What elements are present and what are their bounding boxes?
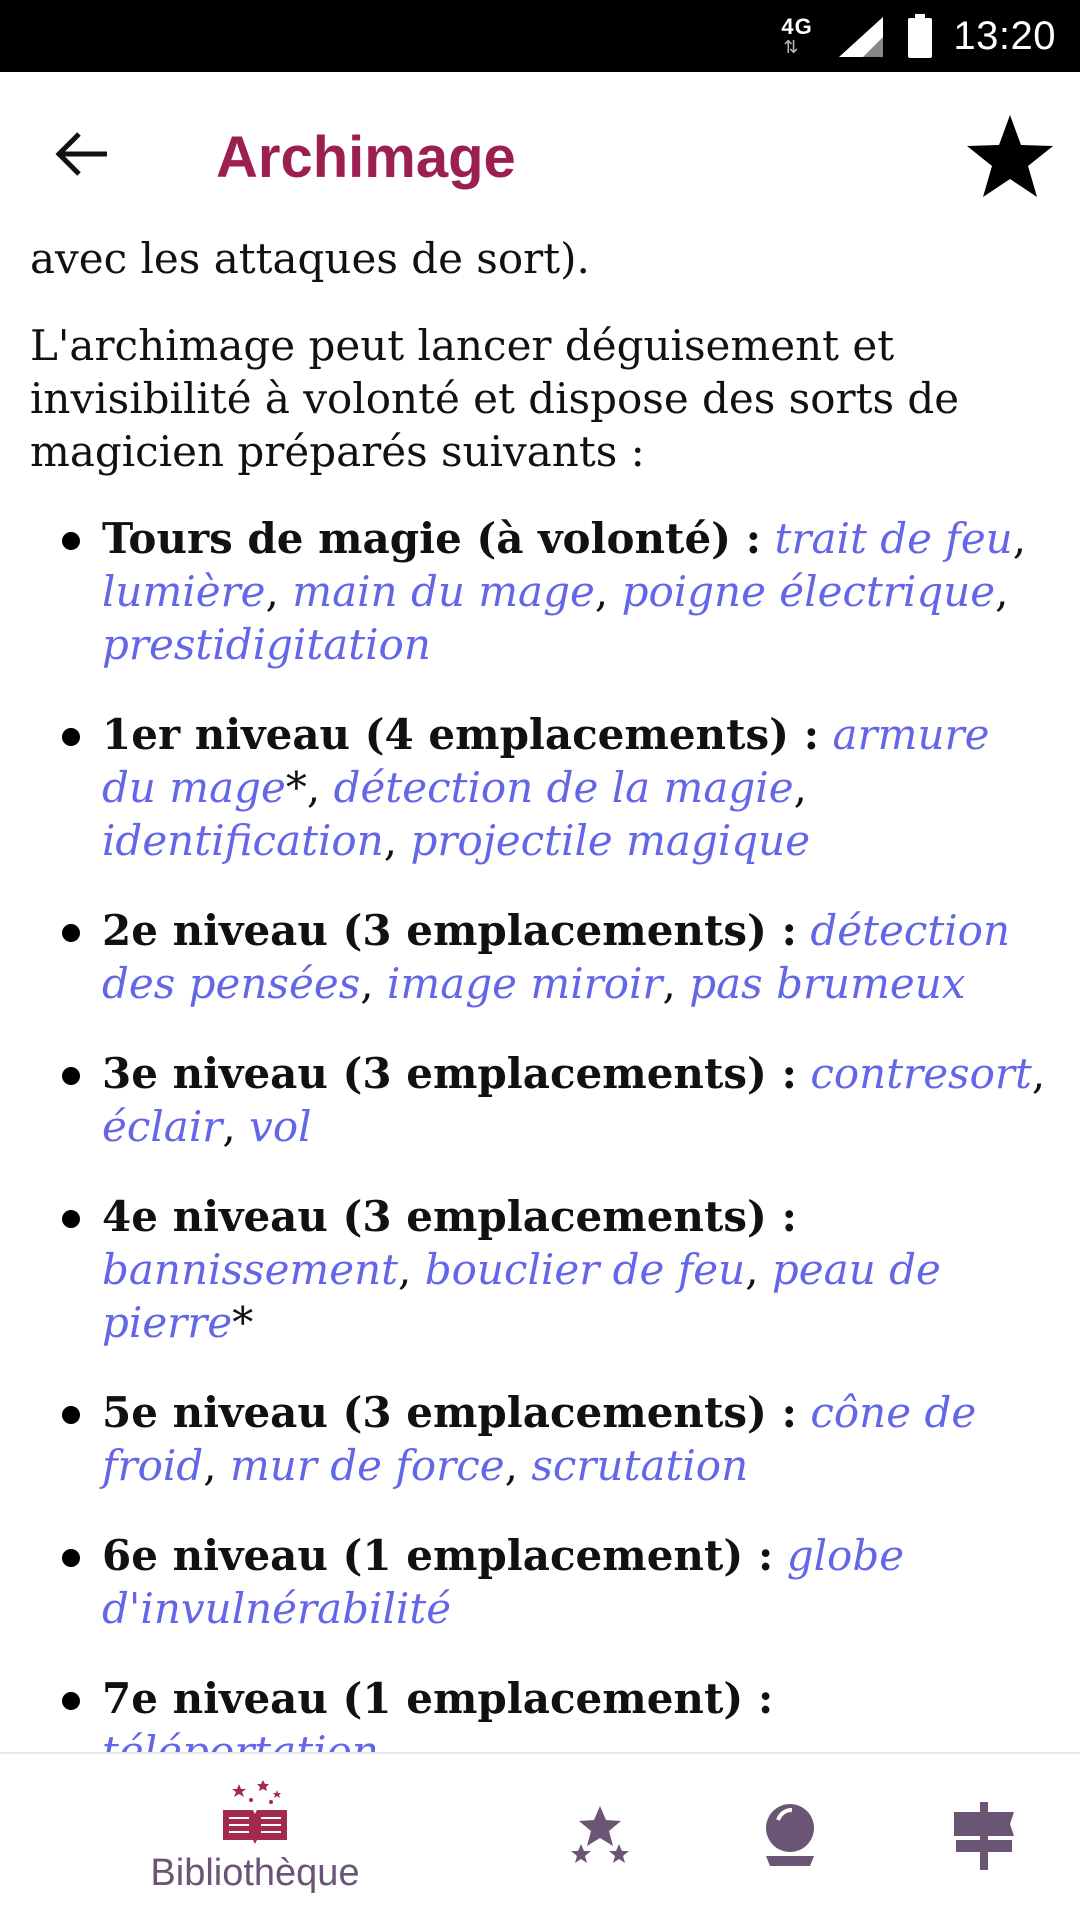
spell-link[interactable]: mur de force bbox=[230, 1441, 505, 1490]
spell-link[interactable]: pas brumeux bbox=[689, 959, 965, 1008]
book-icon bbox=[223, 1780, 287, 1844]
spell-level-label: 5e niveau (3 emplacements) : bbox=[102, 1388, 798, 1437]
signal-icon bbox=[839, 17, 884, 57]
spell-level-label: 2e niveau (3 emplacements) : bbox=[102, 906, 798, 955]
spell-level-label: Tours de magie (à volonté) : bbox=[102, 514, 762, 563]
spell-level-label: 6e niveau (1 emplacement) : bbox=[102, 1531, 774, 1580]
spell-link[interactable]: détection de la magie bbox=[334, 763, 794, 812]
spell-link[interactable]: image miroir bbox=[387, 959, 663, 1008]
spell-link[interactable]: lumière bbox=[102, 567, 266, 616]
spell-link[interactable]: identification bbox=[102, 816, 384, 865]
spell-link[interactable]: téléportation bbox=[102, 1727, 379, 1752]
spell-link[interactable]: main du mage bbox=[292, 567, 595, 616]
spell-level-label: 7e niveau (1 emplacement) : bbox=[102, 1674, 774, 1723]
back-arrow-icon bbox=[55, 132, 107, 176]
spell-link[interactable]: vol bbox=[249, 1102, 311, 1151]
nav-library[interactable]: Bibliothèque bbox=[120, 1754, 390, 1920]
spell-link[interactable]: contresort bbox=[810, 1049, 1031, 1098]
spell-list: Tours de magie (à volonté) : trait de fe… bbox=[30, 512, 1050, 1752]
spell-link[interactable]: projectile magique bbox=[410, 816, 810, 865]
spell-separator: , bbox=[1012, 514, 1027, 563]
nav-favorites[interactable] bbox=[550, 1754, 650, 1920]
spell-level-item: 1er niveau (4 emplacements) : armure du … bbox=[30, 708, 1050, 867]
status-bar: 4G ⇅ 13:20 bbox=[0, 0, 1080, 72]
spell-separator: , bbox=[1031, 1049, 1046, 1098]
spell-separator: , bbox=[398, 1245, 412, 1294]
page-title: Archimage bbox=[216, 125, 516, 190]
nav-signpost[interactable] bbox=[934, 1754, 1034, 1920]
spell-separator: , bbox=[995, 567, 1009, 616]
description-paragraph: L'archimage peut lancer déguisement et i… bbox=[30, 321, 960, 476]
spell-separator: , bbox=[265, 567, 279, 616]
signpost-icon bbox=[954, 1802, 1014, 1870]
nav-library-label: Bibliothèque bbox=[150, 1852, 360, 1894]
spell-link[interactable]: bouclier de feu bbox=[425, 1245, 745, 1294]
spell-level-label: 1er niveau (4 emplacements) : bbox=[102, 710, 820, 759]
spell-level-item: 5e niveau (3 emplacements) : cône de fro… bbox=[30, 1386, 1050, 1492]
spell-link[interactable]: éclair bbox=[102, 1102, 222, 1151]
spell-separator: , bbox=[203, 1441, 217, 1490]
spell-separator: , bbox=[222, 1102, 236, 1151]
app-bar: Archimage bbox=[0, 72, 1080, 244]
back-button[interactable] bbox=[44, 122, 120, 186]
favorite-button[interactable] bbox=[964, 112, 1056, 200]
battery-icon bbox=[908, 14, 933, 58]
spell-link[interactable]: scrutation bbox=[531, 1441, 748, 1490]
intro-tail-text: avec les attaques de sort). bbox=[30, 234, 590, 283]
content-area[interactable]: avec les attaques de sort). L'archimage … bbox=[0, 232, 1080, 1752]
spell-level-label: 4e niveau (3 emplacements) : bbox=[102, 1192, 798, 1241]
spell-level-item: 2e niveau (3 emplacements) : détection d… bbox=[30, 904, 1050, 1010]
spell-separator: * bbox=[232, 1298, 254, 1347]
spell-level-item: 6e niveau (1 emplacement) : globe d'invu… bbox=[30, 1529, 1050, 1635]
spell-separator: , bbox=[383, 816, 398, 865]
spell-level-label: 3e niveau (3 emplacements) : bbox=[102, 1049, 798, 1098]
spell-level-item: 3e niveau (3 emplacements) : contresort,… bbox=[30, 1047, 1050, 1153]
spell-separator: , bbox=[745, 1245, 759, 1294]
star-icon bbox=[967, 115, 1053, 197]
spell-separator: , bbox=[662, 959, 676, 1008]
spell-separator: *, bbox=[285, 763, 321, 812]
data-arrows-icon: ⇅ bbox=[783, 37, 799, 57]
spell-link[interactable]: bannissement bbox=[102, 1245, 398, 1294]
spell-level-item: Tours de magie (à volonté) : trait de fe… bbox=[30, 512, 1050, 671]
spell-separator: , bbox=[594, 567, 609, 616]
bottom-navigation: Bibliothèque bbox=[0, 1752, 1080, 1920]
crystal-ball-icon bbox=[766, 1804, 814, 1866]
spell-separator: , bbox=[360, 959, 374, 1008]
spell-separator: , bbox=[793, 763, 807, 812]
stars-icon bbox=[571, 1806, 629, 1863]
spell-link[interactable]: poigne électrique bbox=[622, 567, 996, 616]
spell-link[interactable]: prestidigitation bbox=[102, 620, 431, 669]
network-indicator: 4G ⇅ bbox=[777, 12, 823, 60]
spell-link[interactable]: trait de feu bbox=[775, 514, 1013, 563]
spell-level-item: 4e niveau (3 emplacements) : bannissemen… bbox=[30, 1190, 1050, 1349]
clock: 13:20 bbox=[953, 13, 1056, 58]
spell-level-item: 7e niveau (1 emplacement) : téléportatio… bbox=[30, 1672, 1050, 1752]
nav-oracle[interactable] bbox=[740, 1754, 840, 1920]
spell-separator: , bbox=[504, 1441, 518, 1490]
